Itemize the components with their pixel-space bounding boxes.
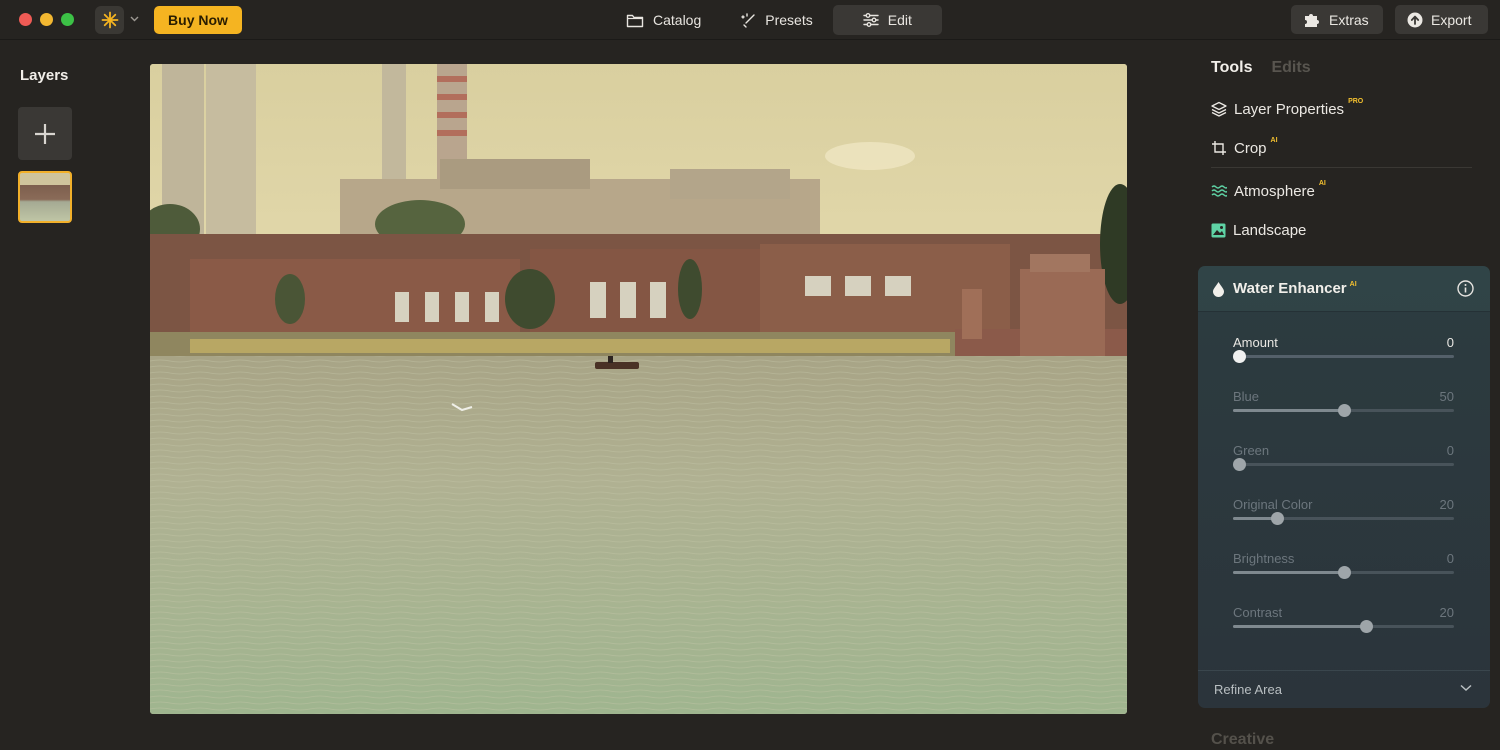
slider-amount[interactable]: Amount 0: [1233, 335, 1454, 375]
tab-presets[interactable]: Presets: [721, 5, 832, 35]
slider-value: 0: [1446, 443, 1454, 458]
app-logo-button[interactable]: [95, 6, 124, 34]
tool-landscape-label: Landscape: [1233, 221, 1307, 239]
slider-knob[interactable]: [1337, 566, 1351, 579]
tab-edit-label: Edit: [887, 12, 912, 28]
slider-value: 20: [1439, 605, 1454, 620]
tool-atmosphere[interactable]: Atmosphere AI: [1211, 180, 1326, 201]
layer-thumbnail[interactable]: [18, 171, 72, 223]
tab-catalog-label: Catalog: [653, 12, 702, 28]
slider-label: Contrast: [1233, 605, 1283, 620]
slider-value: 20: [1439, 497, 1454, 512]
add-layer-button[interactable]: [18, 107, 72, 160]
water-enhancer-panel: Water Enhancer AI Amount 0 Blue 50 Green 0 Ori…: [1198, 266, 1490, 708]
slider-label: Amount: [1233, 335, 1278, 350]
lake-cityscape-photo: [150, 64, 1127, 714]
tool-crop-label: Crop: [1234, 139, 1267, 157]
slider-contrast[interactable]: Contrast 20: [1233, 605, 1454, 645]
ai-badge: AI: [1270, 137, 1278, 144]
tab-tools[interactable]: Tools: [1211, 59, 1252, 77]
tab-edits[interactable]: Edits: [1271, 59, 1310, 77]
slider-track[interactable]: [1233, 458, 1454, 471]
layers-icon: [1211, 101, 1227, 117]
photo-canvas[interactable]: [150, 64, 1127, 714]
ai-badge: AI: [1349, 281, 1357, 288]
plus-icon: [35, 123, 55, 144]
waves-icon: [1211, 185, 1227, 197]
main-nav-tabs: Catalog Presets Edit: [606, 5, 942, 35]
slider-label: Brightness: [1233, 551, 1295, 566]
refine-area-toggle[interactable]: Refine Area: [1198, 670, 1490, 708]
refine-area-label: Refine Area: [1214, 682, 1282, 697]
tool-atmosphere-label: Atmosphere: [1234, 182, 1315, 200]
slider-label: Green: [1233, 443, 1270, 458]
crop-icon: [1212, 141, 1226, 155]
minimize-window-button[interactable]: [40, 13, 53, 26]
slider-blue[interactable]: Blue 50: [1233, 389, 1454, 429]
slider-label: Blue: [1233, 389, 1260, 404]
ai-badge: AI: [1318, 180, 1326, 187]
slider-green[interactable]: Green 0: [1233, 443, 1454, 483]
slider-knob[interactable]: [1271, 512, 1285, 525]
slider-original-color[interactable]: Original Color 20: [1233, 497, 1454, 537]
app-menu-chevron-down-icon[interactable]: [128, 12, 140, 26]
slider-brightness[interactable]: Brightness 0: [1233, 551, 1454, 591]
water-drop-icon: [1213, 281, 1224, 297]
chevron-down-icon: [1460, 684, 1472, 692]
extras-label: Extras: [1329, 11, 1369, 28]
tab-catalog[interactable]: Catalog: [606, 5, 721, 35]
slider-value: 50: [1439, 389, 1454, 404]
slider-value: 0: [1446, 551, 1454, 566]
sparkle-icon: [741, 12, 755, 28]
slider-value: 0: [1446, 335, 1454, 350]
slider-fill: [1233, 571, 1344, 574]
slider-knob[interactable]: [1233, 350, 1246, 363]
export-button[interactable]: Export: [1395, 5, 1488, 34]
layers-title: Layers: [20, 67, 69, 84]
creative-section-title[interactable]: Creative: [1211, 731, 1274, 749]
slider-knob[interactable]: [1233, 458, 1246, 471]
buy-now-button[interactable]: Buy Now: [154, 6, 242, 34]
slider-fill: [1233, 409, 1344, 412]
tab-presets-label: Presets: [765, 12, 813, 28]
slider-label: Original Color: [1233, 497, 1313, 512]
zoom-window-button[interactable]: [61, 13, 74, 26]
slider-knob[interactable]: [1337, 404, 1351, 417]
extras-button[interactable]: Extras: [1291, 5, 1383, 34]
sliders-icon: [863, 13, 879, 27]
upload-icon: [1407, 12, 1423, 27]
tool-landscape[interactable]: Landscape: [1211, 220, 1306, 240]
folder-icon: [626, 14, 644, 27]
title-bar: Buy Now Catalog Presets Edit Extras Expo…: [0, 0, 1500, 40]
export-label: Export: [1431, 11, 1472, 28]
slider-knob[interactable]: [1359, 620, 1373, 633]
water-enhancer-title: Water Enhancer: [1233, 280, 1347, 297]
puzzle-icon: [1305, 14, 1319, 27]
panel-tabs: Tools Edits: [1211, 59, 1311, 77]
slider-track[interactable]: [1233, 404, 1454, 417]
info-icon[interactable]: [1457, 280, 1474, 297]
tool-layer-properties-label: Layer Properties: [1234, 100, 1345, 118]
tool-layer-properties[interactable]: Layer Properties PRO: [1211, 98, 1364, 119]
tab-edit[interactable]: Edit: [832, 5, 942, 35]
tools-divider: [1211, 167, 1472, 168]
slider-track[interactable]: [1233, 350, 1454, 363]
close-window-button[interactable]: [19, 13, 32, 26]
image-icon: [1211, 223, 1226, 237]
slider-track[interactable]: [1233, 620, 1454, 633]
water-enhancer-header[interactable]: Water Enhancer AI: [1198, 266, 1490, 312]
tool-crop[interactable]: Crop AI: [1211, 137, 1278, 158]
slider-track[interactable]: [1233, 512, 1454, 525]
luminar-sun-icon: [101, 11, 118, 29]
slider-fill: [1233, 625, 1366, 628]
slider-track[interactable]: [1233, 566, 1454, 579]
pro-badge: PRO: [1348, 98, 1364, 105]
